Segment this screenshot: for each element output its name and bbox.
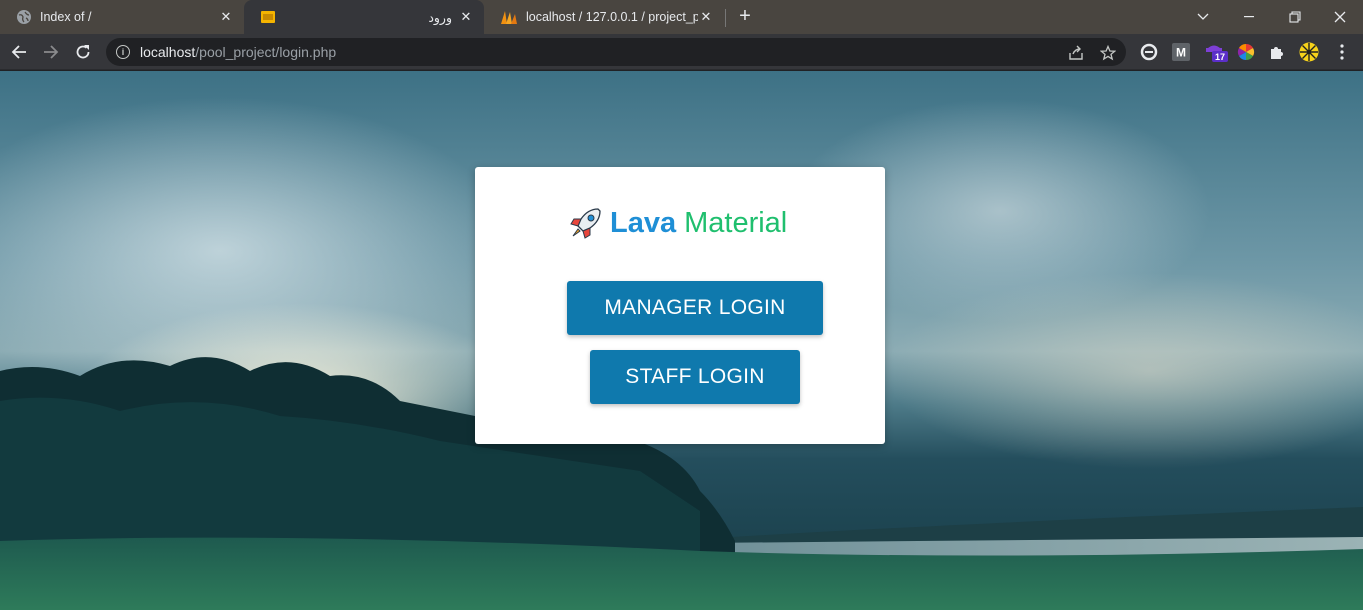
reload-button[interactable]: [69, 38, 97, 66]
new-tab-button[interactable]: +: [734, 5, 756, 27]
site-info-icon[interactable]: i: [116, 45, 130, 59]
minimize-button[interactable]: [1226, 0, 1272, 34]
globe-icon: [16, 9, 32, 25]
url-path: /pool_project/login.php: [195, 44, 337, 60]
m-extension-icon[interactable]: M: [1171, 42, 1191, 62]
color-wheel-extension-icon[interactable]: [1236, 42, 1256, 62]
staff-login-button[interactable]: STAFF LOGIN: [590, 350, 800, 404]
close-tab-icon[interactable]: ✕: [218, 9, 234, 25]
hat-extension-icon[interactable]: 17: [1204, 42, 1230, 62]
share-icon[interactable]: [1068, 45, 1084, 61]
close-tab-icon[interactable]: ✕: [698, 9, 714, 25]
tab-title: localhost / 127.0.0.1 / project_pool: [526, 10, 698, 24]
login-card: Lava Material MANAGER LOGIN STAFF LOGIN: [475, 167, 885, 444]
edge-extension-icon[interactable]: [1139, 42, 1159, 62]
tab-separator: [725, 9, 726, 27]
close-tab-icon[interactable]: ✕: [458, 9, 474, 25]
bookmark-star-icon[interactable]: [1100, 45, 1116, 61]
restore-button[interactable]: [1272, 0, 1318, 34]
tab-title: ورود: [428, 10, 452, 25]
profile-avatar[interactable]: [1299, 42, 1319, 62]
badge-count: 17: [1215, 52, 1225, 62]
svg-text:M: M: [1176, 46, 1186, 60]
brand-logo: Lava Material: [568, 205, 787, 241]
tab-login[interactable]: ورود ✕: [244, 0, 484, 34]
brand-name-bold: Lava: [610, 206, 677, 239]
tab-strip: Index of / ✕ ورود ✕ localhost / 127.0.0.…: [0, 0, 1363, 34]
tab-index-of[interactable]: Index of / ✕: [0, 0, 244, 34]
address-bar[interactable]: i localhost/pool_project/login.php: [106, 38, 1126, 66]
login-page-background: Lava Material MANAGER LOGIN STAFF LOGIN: [0, 71, 1363, 610]
browser-menu-icon[interactable]: [1332, 42, 1352, 62]
browser-toolbar: i localhost/pool_project/login.php M 17: [0, 34, 1363, 70]
tab-title: Index of /: [40, 10, 92, 24]
phpmyadmin-icon: [500, 9, 518, 25]
back-button[interactable]: [5, 38, 33, 66]
forward-button[interactable]: [37, 38, 65, 66]
reload-icon: [76, 45, 90, 59]
url-text: localhost/pool_project/login.php: [140, 44, 336, 60]
forward-arrow-icon: [44, 45, 59, 59]
puzzle-extensions-icon[interactable]: [1267, 42, 1287, 62]
close-window-button[interactable]: [1317, 0, 1363, 34]
rocket-icon: [570, 208, 601, 239]
url-host: localhost: [140, 44, 196, 60]
tab-search-button[interactable]: [1180, 0, 1226, 34]
folder-icon: [260, 9, 276, 25]
manager-login-button[interactable]: MANAGER LOGIN: [567, 281, 823, 335]
back-arrow-icon: [11, 45, 26, 59]
tab-phpmyadmin[interactable]: localhost / 127.0.0.1 / project_pool ✕: [484, 0, 724, 34]
brand-name-light: Material: [684, 206, 788, 239]
